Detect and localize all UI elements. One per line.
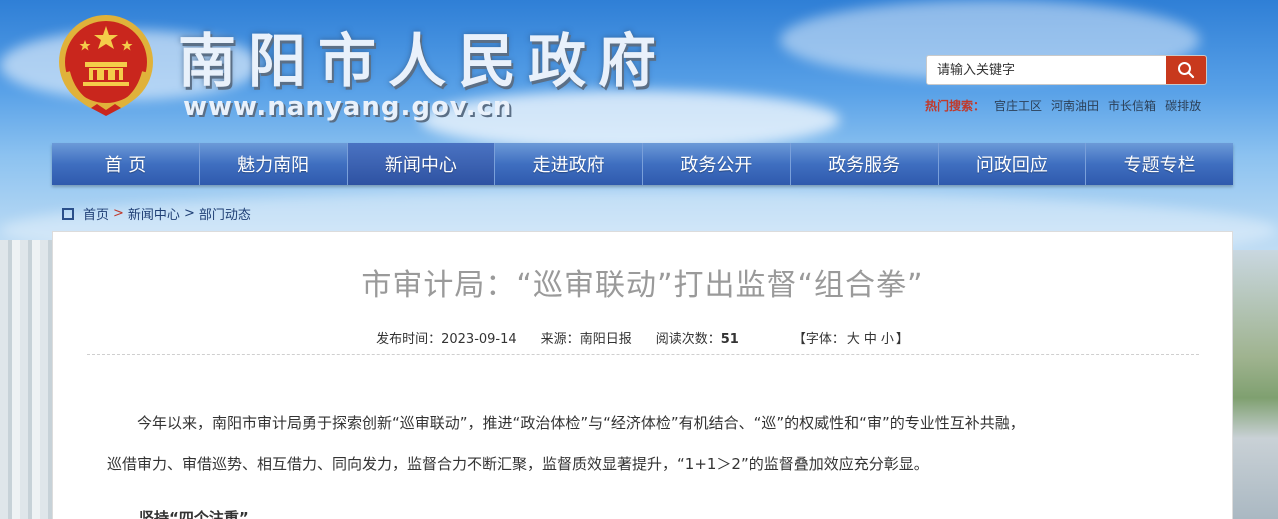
breadcrumb-news-center[interactable]: 新闻中心 [128, 204, 180, 223]
breadcrumb-home[interactable]: 首页 [83, 204, 109, 223]
hot-search-label: 热门搜索： [925, 99, 986, 113]
site-title: 南阳市人民政府 [178, 27, 669, 95]
hot-search-link[interactable]: 碳排放 [1165, 97, 1201, 114]
article-subheading: 坚持“四个注重” [139, 509, 249, 519]
article-paragraph: 今年以来，南阳市审计局勇于探索创新“巡审联动”，推进“政治体检”与“经济体检”有… [137, 414, 1025, 432]
nav-item-home[interactable]: 首 页 [52, 143, 200, 185]
article-paragraph: 巡借审力、审借巡势、相互借力、同向发力，监督合力不断汇聚，监督质效显著提升，“1… [107, 455, 929, 473]
search-button[interactable] [1166, 56, 1206, 84]
national-emblem-logo [59, 15, 153, 116]
nav-item-gov-services[interactable]: 政务服务 [791, 143, 939, 185]
breadcrumb-separator: > [183, 206, 195, 221]
source-name: 南阳日报 [579, 332, 632, 347]
search-icon [1178, 62, 1195, 79]
article-panel: 市审计局：“巡审联动”打出监督“组合拳” 发布时间：2023-09-14 来源：… [52, 231, 1233, 519]
publish-info: 发布时间：2023-09-14 [376, 332, 517, 347]
background-city-right [1228, 250, 1278, 519]
article-meta: 发布时间：2023-09-14 来源：南阳日报 阅读次数：51 【字体：大中小】 [53, 328, 1232, 347]
background-city-left [0, 240, 55, 519]
site-domain: www.nanyang.gov.cn [183, 92, 513, 122]
source-info: 来源：南阳日报 [540, 332, 632, 347]
hot-search-link[interactable]: 官庄工区 [994, 97, 1042, 114]
hot-search: 热门搜索： 官庄工区 河南油田 市长信箱 碳排放 [925, 97, 1201, 114]
views-count: 51 [720, 332, 739, 347]
nav-item-special-topics[interactable]: 专题专栏 [1086, 143, 1233, 185]
divider [87, 354, 1199, 355]
nav-item-charm-nanyang[interactable]: 魅力南阳 [200, 143, 348, 185]
breadcrumb-separator: > [113, 206, 124, 221]
article-title: 市审计局：“巡审联动”打出监督“组合拳” [361, 268, 924, 303]
font-size-control: 【字体：大中小】 [792, 332, 909, 347]
nav-item-gov-affairs-open[interactable]: 政务公开 [643, 143, 791, 185]
main-nav: 首 页 魅力南阳 新闻中心 走进政府 政务公开 政务服务 问政回应 专题专栏 [52, 143, 1233, 185]
breadcrumb: 首页 > 新闻中心 > 部门动态 [62, 204, 251, 223]
font-medium-button[interactable]: 中 [864, 332, 877, 347]
nav-item-government[interactable]: 走进政府 [495, 143, 643, 185]
font-large-button[interactable]: 大 [847, 332, 860, 347]
publish-date: 2023-09-14 [441, 332, 517, 347]
breadcrumb-dept-news[interactable]: 部门动态 [199, 204, 251, 223]
location-icon [62, 207, 74, 220]
hot-search-link[interactable]: 市长信箱 [1108, 97, 1156, 114]
views-info: 阅读次数：51 [655, 332, 739, 347]
search-input[interactable] [927, 56, 1166, 84]
font-small-button[interactable]: 小 [881, 332, 894, 347]
hot-search-link[interactable]: 河南油田 [1051, 97, 1099, 114]
nav-item-inquiry-response[interactable]: 问政回应 [939, 143, 1087, 185]
nav-item-news-center[interactable]: 新闻中心 [347, 143, 496, 185]
search-box [926, 55, 1207, 85]
